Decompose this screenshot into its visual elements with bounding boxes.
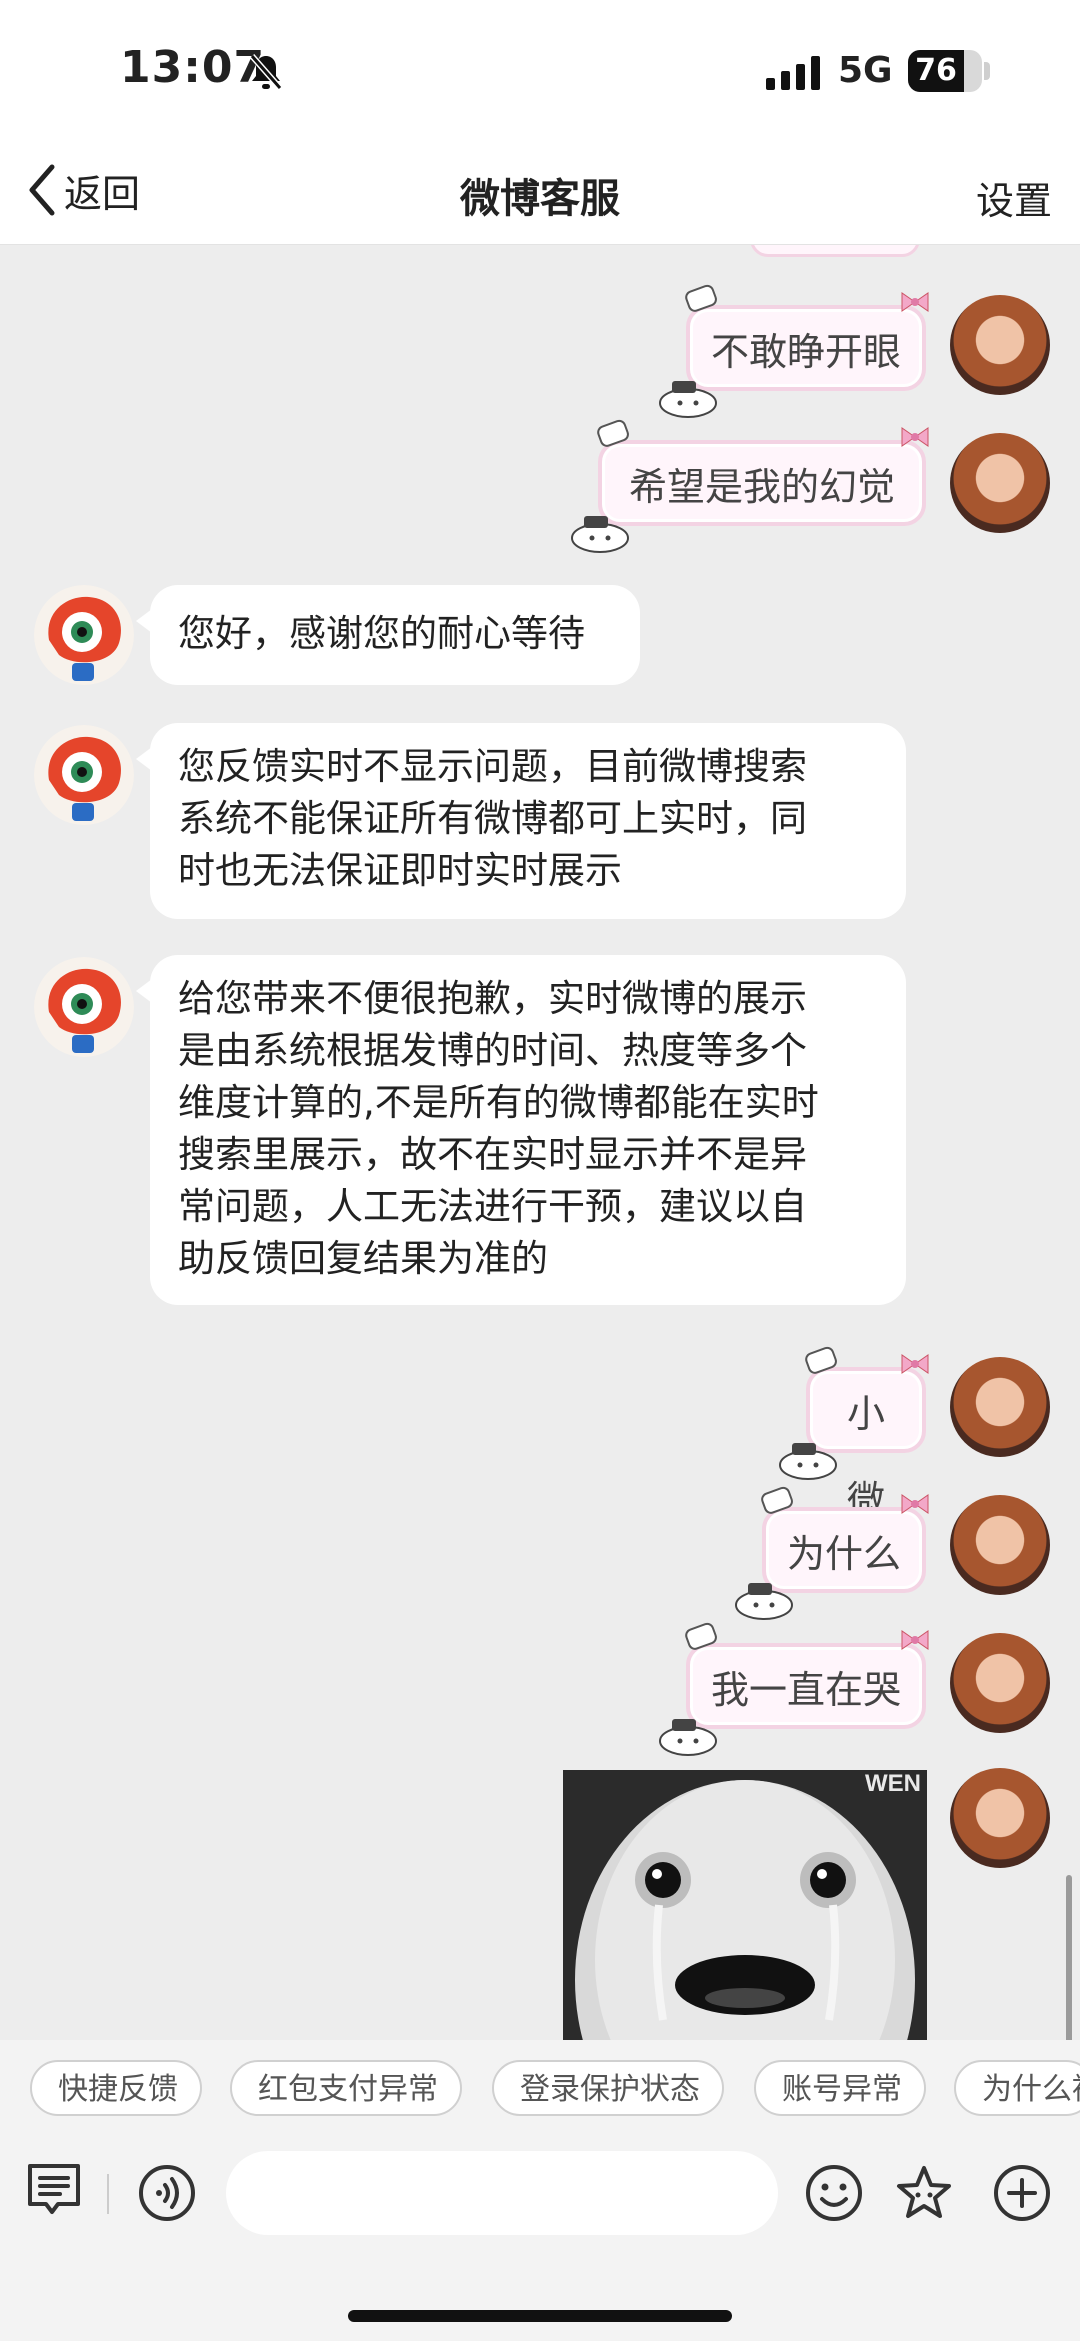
customer-service-avatar[interactable] [34,585,134,685]
battery-tip [984,62,990,80]
message-input[interactable] [226,2151,778,2235]
quick-reply-chip[interactable]: 登录保护状态 [492,2060,724,2116]
user-avatar[interactable] [950,1495,1050,1595]
bot-message[interactable]: 您反馈实时不显示问题，目前微博搜索 系统不能保证所有微博都可上实时，同 时也无法… [136,723,906,919]
quick-reply-chip[interactable]: 为什么被 [954,2060,1080,2116]
message-text: 小微 [846,1392,885,1522]
bow-icon [901,1630,929,1650]
message-text: 为什么 [786,1532,901,1576]
message-text: 不敢睁开眼 [710,330,901,374]
network-type: 5G [838,50,893,91]
customer-service-avatar[interactable] [34,725,134,825]
message-line: 给您带来不便很抱歉，实时微博的展示 [178,977,807,1020]
user-message[interactable]: 为什么 [735,1486,929,1620]
image-message[interactable]: WEN [563,1770,927,2040]
user-avatar[interactable] [950,1768,1050,1868]
user-message[interactable]: 我一直在哭 [659,1622,929,1756]
sticker-tag-icon [597,419,629,447]
cat-sticker-icon [779,1443,837,1480]
user-message[interactable]: 小微 [779,1346,929,1522]
status-bar: 13:07 5G 76 [0,0,1080,140]
bot-message[interactable]: 给您带来不便很抱歉，实时微博的展示 是由系统根据发博的时间、热度等多个 维度计算… [136,955,906,1305]
home-indicator[interactable] [348,2310,732,2322]
cat-sticker-icon [659,1719,717,1756]
signal-icon [766,56,820,90]
bot-message[interactable]: 您好，感谢您的耐心等待 [136,585,640,685]
message-line: 常问题，人工无法进行干预，建议以自 [178,1185,807,1228]
message-line: 是由系统根据发博的时间、热度等多个 [178,1029,807,1072]
sticker-tag-icon [685,284,717,312]
chat-scrollbar[interactable] [1066,1875,1072,2040]
settings-button[interactable]: 设置 [976,170,1052,225]
battery-icon: 76 [908,50,982,92]
nav-bar: 返回 微博客服 设置 [0,140,1080,245]
customer-service-avatar[interactable] [34,957,134,1057]
sticker-tag-icon [761,1486,793,1514]
sticker-star-icon[interactable] [894,2163,954,2223]
bow-icon [901,427,929,447]
image-watermark: WEN [865,1770,921,1797]
add-icon[interactable] [992,2163,1052,2223]
cat-sticker-icon [735,1583,793,1620]
chat-area[interactable]: 不敢睁开眼 希望是我的幻觉 您好，感谢您的耐心等待 您反馈实时不显示问题，目前微… [0,245,1080,2040]
menu-list-icon[interactable] [24,2160,84,2220]
user-message[interactable]: 希望是我的幻觉 [571,419,929,553]
page-title: 微博客服 [460,176,620,222]
input-bar [0,2130,1080,2341]
bow-icon [901,1354,929,1374]
quick-reply-chip[interactable]: 快捷反馈 [30,2060,202,2116]
quick-reply-chip[interactable]: 红包支付异常 [230,2060,462,2116]
user-avatar[interactable] [950,1633,1050,1733]
bell-muted-icon [249,54,283,90]
message-text: 您好，感谢您的耐心等待 [178,612,585,655]
cat-sticker-icon [659,381,717,418]
message-text: 希望是我的幻觉 [628,465,895,509]
sticker-tag-icon [685,1622,717,1650]
message-line: 搜索里展示，故不在实时显示并不是异 [178,1133,807,1176]
message-line: 系统不能保证所有微博都可上实时，同 [178,797,807,840]
cat-sticker-icon [571,516,629,553]
user-avatar[interactable] [950,295,1050,395]
quick-reply-chip[interactable]: 账号异常 [754,2060,926,2116]
user-avatar[interactable] [950,1357,1050,1457]
message-line: 助反馈回复结果为准的 [178,1237,548,1280]
battery-level: 76 [915,53,957,88]
voice-icon[interactable] [137,2163,197,2223]
sticker-tag-icon [805,1346,837,1374]
bow-icon [901,1494,929,1514]
quick-replies: 快捷反馈 红包支付异常 登录保护状态 账号异常 为什么被 [0,2040,1080,2130]
status-time: 13:07 [120,42,266,93]
user-message[interactable]: 不敢睁开眼 [659,284,929,418]
user-avatar[interactable] [950,433,1050,533]
message-line: 时也无法保证即时实时展示 [178,849,622,892]
divider [107,2174,109,2214]
message-text: 我一直在哭 [710,1668,901,1712]
message-line: 维度计算的,不是所有的微博都能在实时 [178,1081,819,1124]
emoji-icon[interactable] [804,2163,864,2223]
crying-face-image [563,1770,927,2040]
partial-bubble [750,245,920,257]
bow-icon [901,292,929,312]
message-line: 您反馈实时不显示问题，目前微博搜索 [178,745,807,788]
